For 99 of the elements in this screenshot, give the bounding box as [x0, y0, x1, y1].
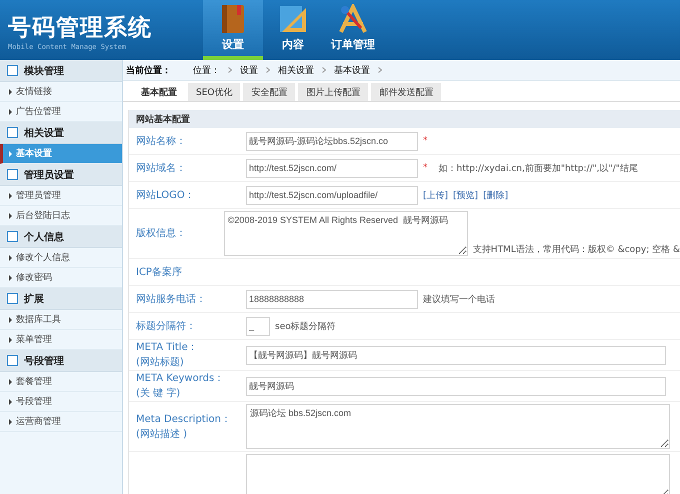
section-title: 相关设置: [24, 126, 64, 140]
list-icon: [7, 169, 18, 180]
nav-tab[interactable]: 设置: [203, 0, 263, 60]
sidebar-section-header[interactable]: 相关设置: [0, 122, 122, 144]
sidebar-section-header[interactable]: 模块管理: [0, 60, 122, 82]
item-label: 友情链接: [16, 86, 52, 98]
field-label: 版权信息：: [136, 226, 187, 241]
input-field[interactable]: http://test.52jscn.com/uploadfile/: [246, 186, 418, 204]
item-label: 广告位管理: [16, 106, 61, 118]
tools-icon: [337, 4, 369, 34]
chevron-icon: [378, 67, 382, 73]
input-field[interactable]: 靓号网源码-源码论坛bbs.52jscn.co: [246, 132, 418, 150]
list-icon: [7, 293, 18, 304]
field-label: 标题分隔符：: [136, 320, 197, 334]
sidebar-item[interactable]: 号段管理: [0, 392, 122, 412]
nav-tab[interactable]: 订单管理: [323, 0, 383, 60]
bullet-icon: [9, 108, 12, 114]
section-title: 个人信息: [24, 230, 64, 244]
hint-text: 支持HTML语法，常用代码：版权© &copy; 空格 &: [472, 244, 680, 256]
sidebar-item[interactable]: 数据库工具: [0, 310, 122, 330]
item-label: 套餐管理: [16, 376, 52, 388]
field-label: 网站名称：: [136, 134, 187, 148]
input-field[interactable]: 源码论坛 bbs.52jscn.com: [246, 404, 670, 449]
tab[interactable]: 邮件发送配置: [371, 83, 442, 101]
item-label: 基本设置: [16, 147, 52, 160]
item-label: 修改个人信息: [16, 252, 70, 264]
bullet-icon: [9, 398, 12, 404]
bullet-icon: [9, 336, 12, 342]
field-label: ICP备案序: [136, 266, 183, 280]
breadcrumb-label: 当前位置：: [126, 64, 171, 76]
input-field[interactable]: ©2008-2019 SYSTEM All Rights Reserved 靓号网源码: [224, 211, 468, 256]
section-title: 号段管理: [24, 354, 64, 368]
bullet-icon: [9, 150, 12, 156]
nav-tab[interactable]: 内容: [263, 0, 323, 60]
book-icon: [220, 4, 246, 34]
tab[interactable]: 图片上传配置: [298, 83, 368, 101]
input-field[interactable]: 【靓号网源码】靓号网源码: [246, 346, 666, 364]
sidebar-section-header[interactable]: 管理员设置: [0, 164, 122, 186]
sidebar-section-header[interactable]: 个人信息: [0, 226, 122, 248]
input-field[interactable]: 靓号网源码: [246, 376, 666, 396]
tab[interactable]: 安全配置: [243, 83, 296, 101]
item-label: 数据库工具: [16, 314, 61, 326]
list-icon: [7, 231, 18, 242]
sidebar-section-header[interactable]: 扩展: [0, 288, 122, 310]
field-label: 网站域名：: [136, 162, 187, 176]
breadcrumb-item[interactable]: 相关设置: [278, 64, 314, 76]
hint-text: 建议填写一个电话: [423, 294, 495, 306]
chevron-icon: [266, 67, 270, 73]
item-label: 菜单管理: [16, 334, 52, 346]
hint-text: seo标题分隔符: [275, 320, 336, 332]
bullet-icon: [9, 254, 12, 260]
sidebar-item[interactable]: 运营商管理: [0, 412, 122, 432]
input-field[interactable]: 18888888888: [246, 290, 418, 308]
field-label: META Keywords： (关 键 字): [136, 372, 226, 401]
field-label: 网站LOGO：: [136, 188, 196, 202]
required-mark: *: [423, 136, 428, 146]
app-title: 号码管理系统: [8, 14, 153, 43]
section-title: 管理员设置: [24, 168, 74, 182]
triangle-ruler-icon: [278, 4, 308, 34]
bullet-icon: [9, 88, 12, 94]
sidebar-item[interactable]: 套餐管理: [0, 372, 122, 392]
sidebar-item[interactable]: 友情链接: [0, 82, 122, 102]
item-label: 号段管理: [16, 396, 52, 408]
chevron-icon: [322, 67, 326, 73]
list-icon: [7, 355, 18, 366]
breadcrumb-item: 位置：: [193, 64, 220, 76]
action-link[interactable]: [上传]: [423, 188, 448, 202]
input-field[interactable]: _: [246, 316, 270, 336]
item-label: 后台登陆日志: [16, 210, 70, 222]
item-label: 运营商管理: [16, 416, 61, 428]
sidebar-section-header[interactable]: 号段管理: [0, 350, 122, 372]
list-icon: [7, 127, 18, 138]
input-field[interactable]: http://test.52jscn.com/: [246, 158, 418, 178]
field-label: Meta Description： (网站描述 ): [136, 412, 232, 442]
breadcrumb-item[interactable]: 设置: [240, 64, 258, 76]
sidebar-item[interactable]: 管理员管理: [0, 186, 122, 206]
field-label: 网站服务电话：: [136, 292, 207, 306]
hint-text: 如：http://xydai.cn,前面要加"http://",以"/"结尾: [438, 162, 638, 174]
bullet-icon: [9, 274, 12, 280]
section-title: 扩展: [24, 292, 44, 306]
bullet-icon: [9, 418, 12, 424]
item-label: 管理员管理: [16, 190, 61, 202]
bullet-icon: [9, 212, 12, 218]
input-field[interactable]: [246, 454, 670, 494]
field-label: META Title： (网站标题): [136, 341, 199, 370]
list-icon: [7, 65, 18, 76]
tab[interactable]: SEO优化: [188, 83, 240, 101]
item-label: 修改密码: [16, 272, 52, 284]
action-link[interactable]: [预览]: [453, 188, 478, 202]
bullet-icon: [9, 378, 12, 384]
chevron-icon: [228, 67, 232, 73]
required-mark: *: [423, 163, 428, 173]
breadcrumb-item[interactable]: 基本设置: [334, 64, 370, 76]
sidebar-item[interactable]: 修改个人信息: [0, 248, 122, 268]
action-link[interactable]: [删除]: [483, 188, 508, 202]
section-title: 网站基本配置: [129, 110, 680, 128]
bullet-icon: [9, 192, 12, 198]
section-title: 模块管理: [24, 64, 64, 78]
bullet-icon: [9, 316, 12, 322]
